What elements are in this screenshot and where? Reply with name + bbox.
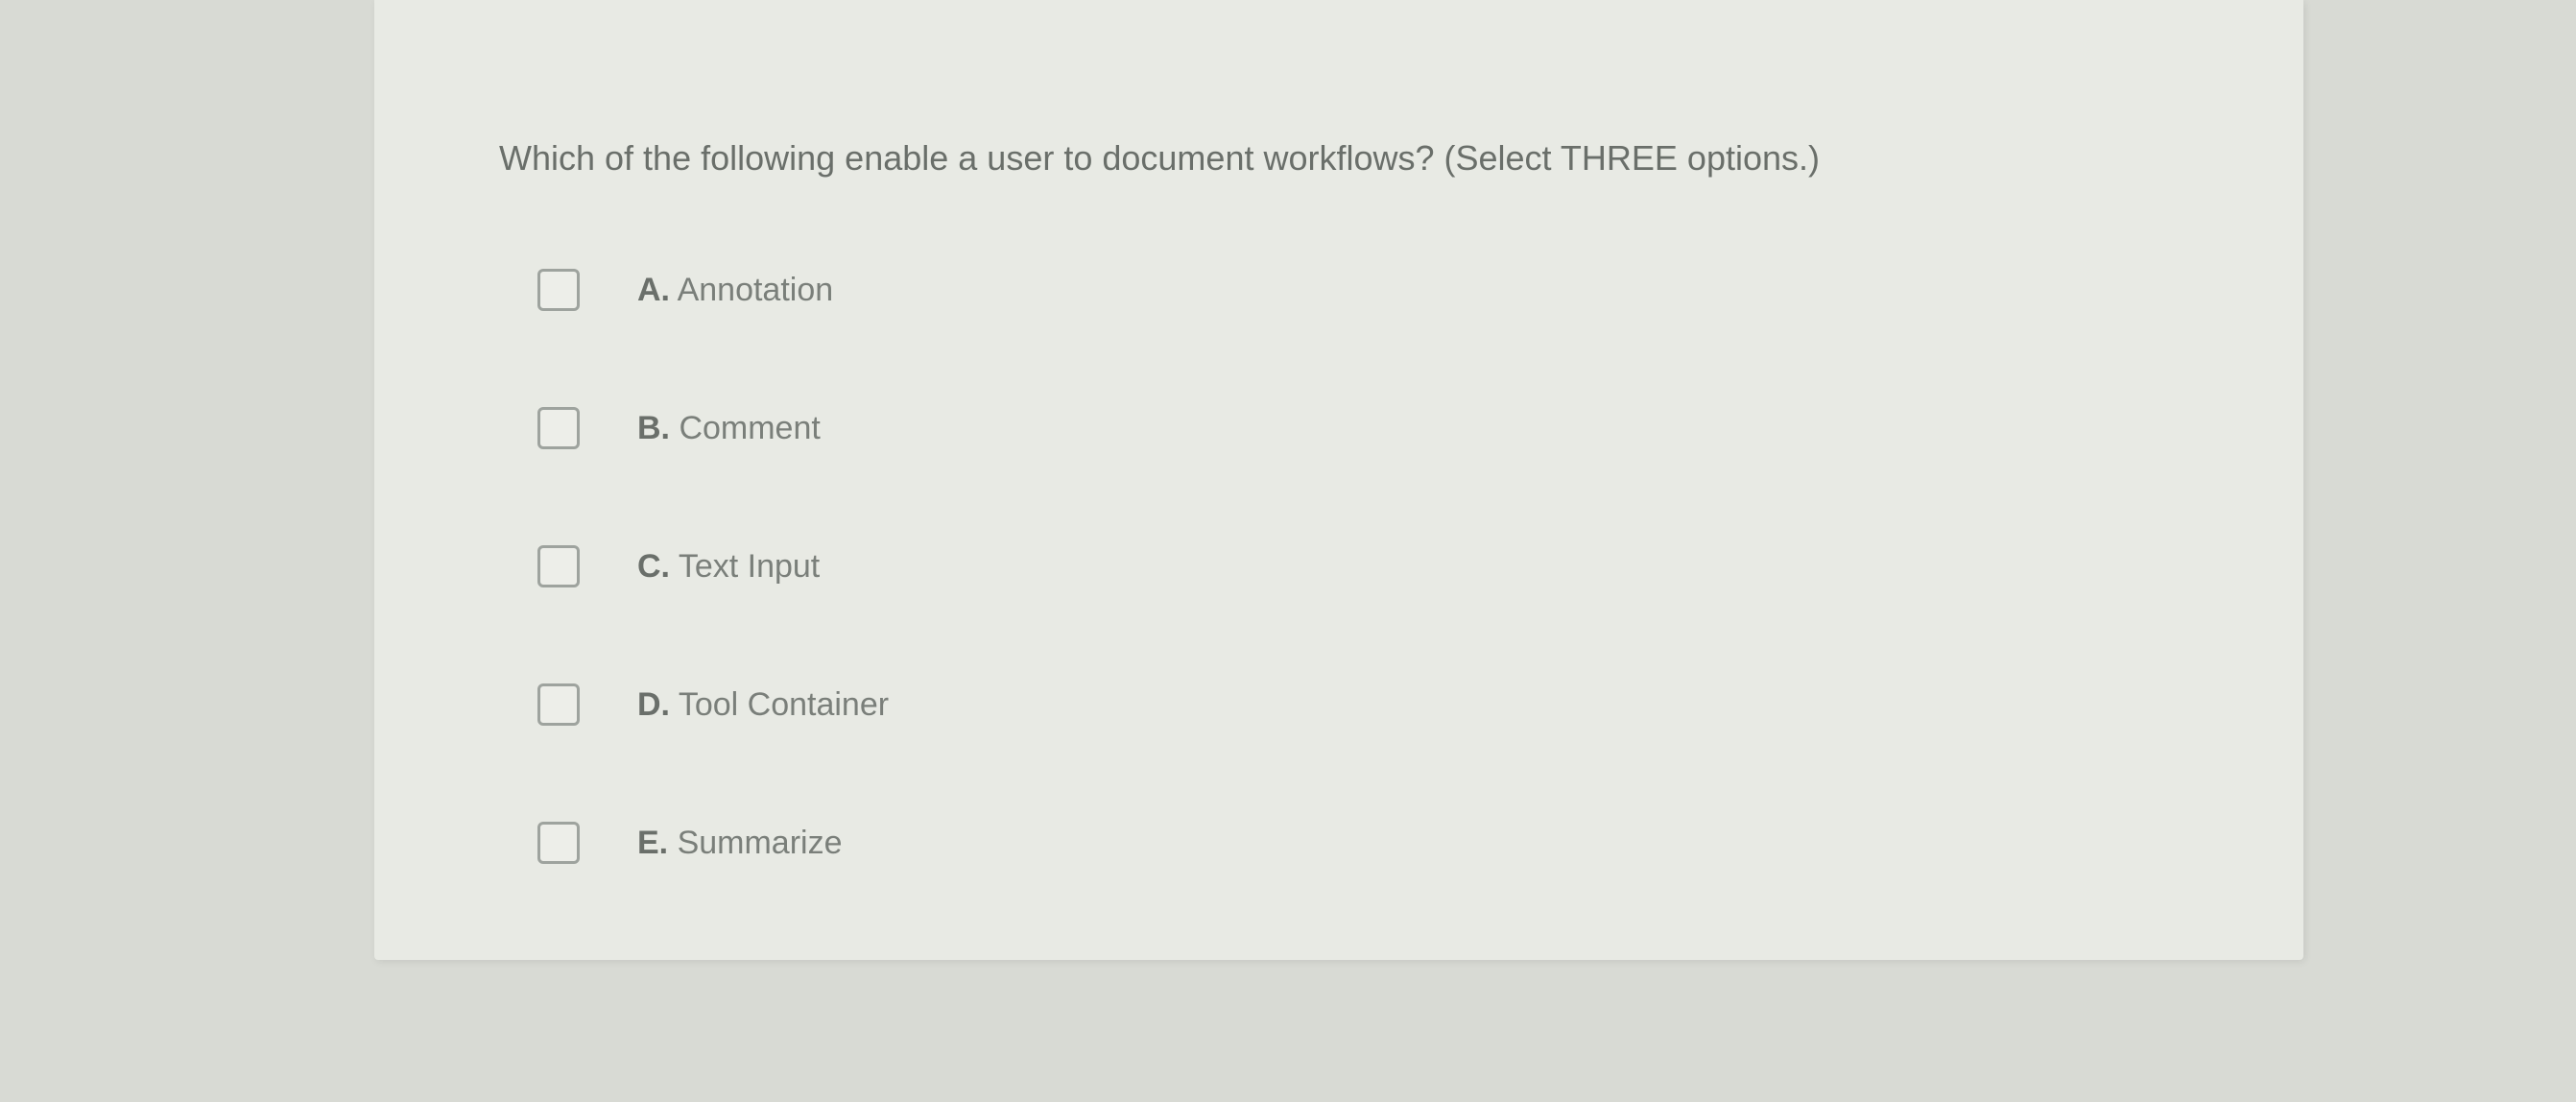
options-container: A. Annotation B. Comment C. Text Input D… xyxy=(499,269,2179,864)
option-text-c: Text Input xyxy=(670,548,820,585)
option-label-b: B. Comment xyxy=(637,410,821,447)
option-text-e: Summarize xyxy=(668,825,842,861)
option-letter-c: C. xyxy=(637,548,670,585)
option-label-a: A. Annotation xyxy=(637,272,833,309)
question-card: Which of the following enable a user to … xyxy=(374,0,2303,960)
option-row-a: A. Annotation xyxy=(537,269,2179,311)
option-row-d: D. Tool Container xyxy=(537,683,2179,726)
checkbox-b[interactable] xyxy=(537,407,580,449)
option-letter-d: D. xyxy=(637,686,670,723)
option-label-c: C. Text Input xyxy=(637,548,820,586)
checkbox-a[interactable] xyxy=(537,269,580,311)
checkbox-c[interactable] xyxy=(537,545,580,587)
checkbox-d[interactable] xyxy=(537,683,580,726)
option-text-b: Comment xyxy=(670,410,821,446)
option-row-c: C. Text Input xyxy=(537,545,2179,587)
option-letter-a: A. xyxy=(637,272,670,308)
option-label-e: E. Summarize xyxy=(637,825,843,862)
option-row-b: B. Comment xyxy=(537,407,2179,449)
option-letter-b: B. xyxy=(637,410,670,446)
question-text: Which of the following enable a user to … xyxy=(499,134,2179,182)
option-text-d: Tool Container xyxy=(670,686,889,723)
option-label-d: D. Tool Container xyxy=(637,686,889,724)
checkbox-e[interactable] xyxy=(537,822,580,864)
option-row-e: E. Summarize xyxy=(537,822,2179,864)
option-text-a: Annotation xyxy=(670,272,833,308)
option-letter-e: E. xyxy=(637,825,668,861)
